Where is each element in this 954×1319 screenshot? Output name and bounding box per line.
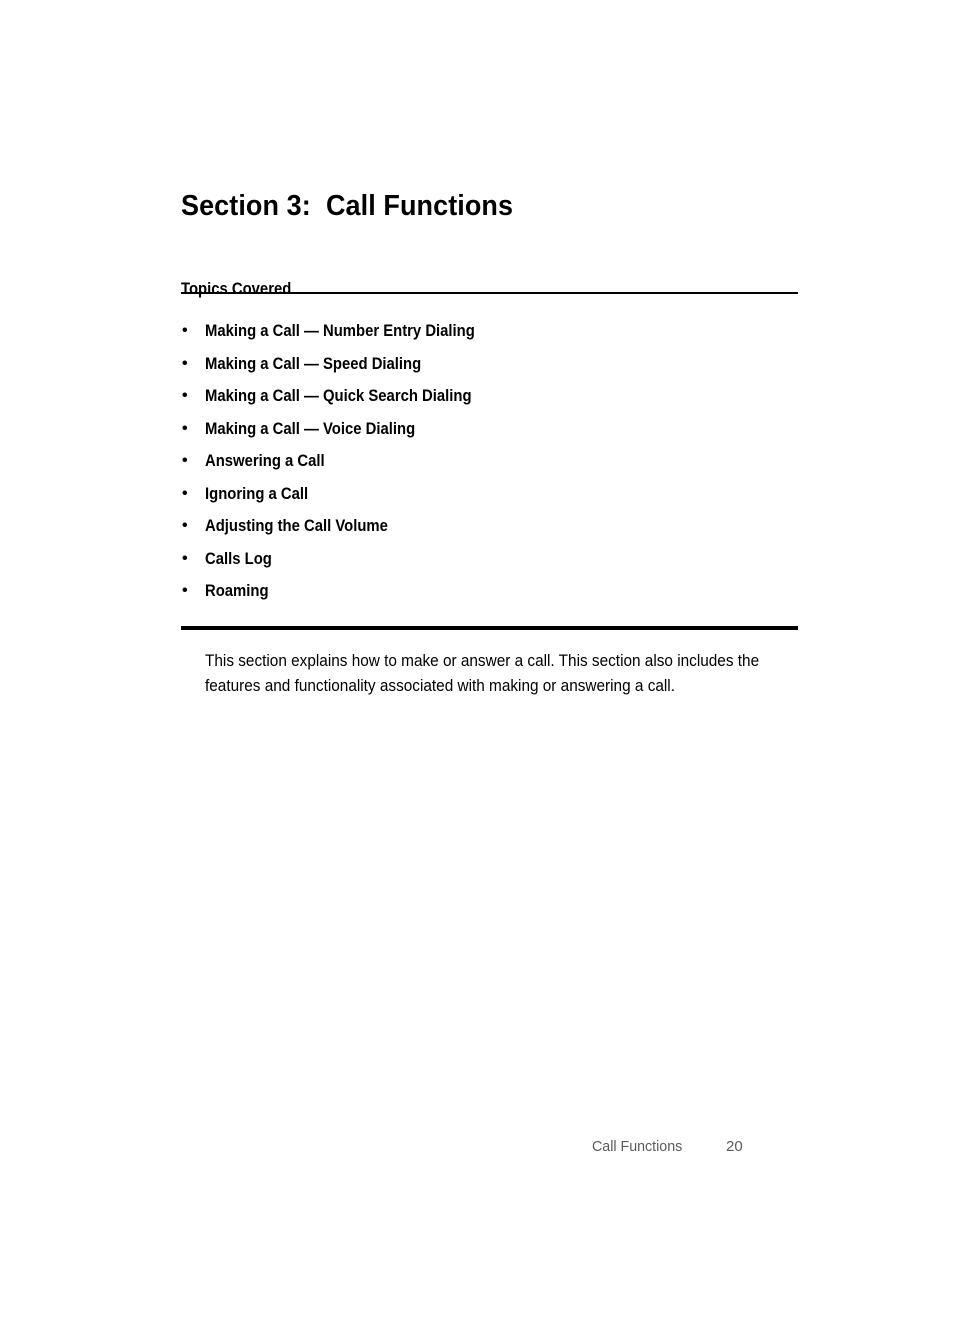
list-item-label: Answering a Call [205,452,325,471]
footer-page-number: 20 [726,1138,743,1155]
list-item-label: Adjusting the Call Volume [205,517,388,536]
list-item-label: Calls Log [205,549,272,568]
bullet-icon: • [182,322,188,339]
list-item-label: Roaming [205,582,269,601]
footer-section-name: Call Functions [592,1138,683,1155]
divider-thin [181,292,798,294]
list-item-label: Making a Call — Speed Dialing [205,354,422,373]
bullet-icon: • [182,549,188,567]
list-item-label: Ignoring a Call [205,484,309,503]
list-item: • Roaming [181,580,801,613]
list-item: • Ignoring a Call [181,483,801,516]
bullet-icon: • [182,452,188,470]
divider-thick [181,626,798,630]
list-item-label: Making a Call — Number Entry Dialing [205,322,475,340]
topics-covered-heading: Topics Covered [181,279,292,298]
bullet-icon: • [182,582,188,600]
list-item: • Making a Call — Number Entry Dialing [181,320,801,353]
list-item: • Adjusting the Call Volume [181,515,801,548]
bullet-icon: • [182,484,188,502]
list-item-label: Making a Call — Voice Dialing [205,419,416,438]
page-footer: Call Functions 20 [0,1137,954,1159]
list-item-label: Making a Call — Quick Search Dialing [205,387,472,406]
bullet-icon: • [182,419,188,437]
topics-list: • Making a Call — Number Entry Dialing •… [181,320,801,613]
bullet-icon: • [182,517,188,535]
list-item: • Making a Call — Speed Dialing [181,353,801,386]
list-item: • Making a Call — Voice Dialing [181,418,801,451]
list-item: • Making a Call — Quick Search Dialing [181,385,801,418]
document-page: Section 3: Call Functions Topics Covered… [0,0,954,1319]
bullet-icon: • [182,354,188,372]
bullet-icon: • [182,387,188,405]
page-title: Section 3: Call Functions [181,190,514,223]
list-item: • Calls Log [181,548,801,581]
intro-paragraph: This section explains how to make or ans… [205,652,760,695]
list-item: • Answering a Call [181,450,801,483]
